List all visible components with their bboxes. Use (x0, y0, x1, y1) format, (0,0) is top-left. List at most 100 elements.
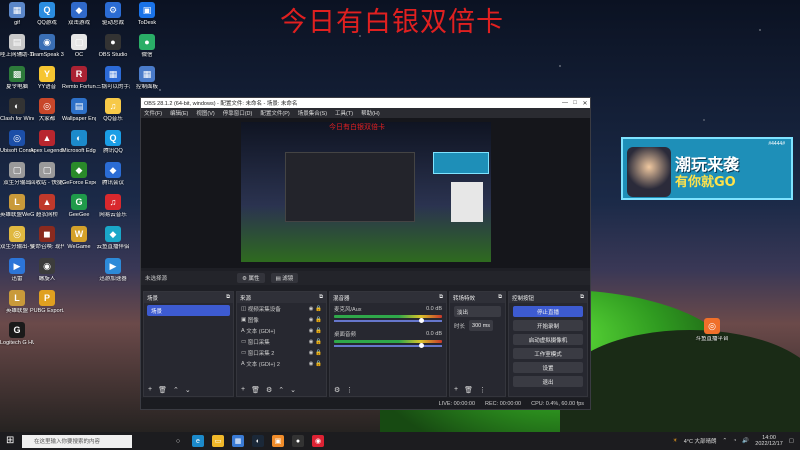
lock-icon[interactable]: 🔒 (315, 350, 322, 356)
desktop-shortcut[interactable]: L 英雄联盟WeGame版 (0, 194, 34, 218)
lock-icon[interactable]: 🔒 (315, 339, 322, 345)
desktop-shortcut[interactable]: ▤ 哇上网辅助-1118 - 快捷方式 (0, 34, 34, 58)
more-icon[interactable]: ⋮ (479, 386, 486, 394)
desktop-shortcut[interactable]: ◼ 使命召唤: 现代战争 ... (30, 226, 64, 250)
clock[interactable]: 14:00 2022/12/17 (755, 435, 783, 447)
desktop-shortcut[interactable]: ◆ GeForce Experience (62, 162, 96, 186)
desktop-shortcut[interactable]: ◎ 大家都 (30, 98, 64, 122)
desktop-shortcut[interactable]: ▤ Wallpaper Engine: ... (62, 98, 96, 122)
arrow-down-icon[interactable]: ⌄ (290, 386, 296, 394)
undock-icon[interactable]: ⧉ (319, 294, 323, 301)
obs-titlebar[interactable]: OBS 28.1.2 (64-bit, windows) - 配置文件: 未命名… (141, 98, 590, 108)
task-view-icon[interactable]: ○ (172, 435, 184, 447)
desktop-shortcut[interactable]: ◎ Ubisoft Connect (0, 130, 34, 154)
menu-help[interactable]: 帮助(H) (361, 109, 380, 117)
menu-tools[interactable]: 工具(T) (335, 109, 353, 117)
properties-button[interactable]: ⚙ 属性 (237, 273, 265, 283)
network-icon[interactable]: ◔ (733, 438, 736, 444)
lock-icon[interactable]: 🔒 (315, 361, 322, 367)
menu-scene-collection[interactable]: 场景集合(S) (298, 109, 327, 117)
desktop-shortcut[interactable]: ▲ 超农网桥 (30, 194, 64, 218)
source-item[interactable]: ▭ 窗口采集 ◉ 🔒 (237, 336, 326, 347)
undock-icon[interactable]: ⧉ (580, 294, 584, 301)
eye-icon[interactable]: ◉ (309, 361, 314, 367)
desktop-shortcut[interactable]: ▩ 夏令电脑 (0, 66, 34, 90)
edge-icon[interactable]: e (192, 435, 204, 447)
weather-icon[interactable]: ☀ (673, 438, 678, 444)
transition-select[interactable]: 淡出 (454, 306, 501, 317)
trash-icon[interactable]: 🗑 (464, 386, 473, 394)
more-icon[interactable]: ⋮ (346, 386, 353, 394)
source-item[interactable]: A 文本 (GDI+) 2 ◉ 🔒 (237, 358, 326, 369)
desktop-shortcut[interactable]: Q QQ游戏 (30, 2, 64, 26)
desktop-shortcut[interactable]: ◐ Microsoft Edge (62, 130, 96, 154)
menu-profile[interactable]: 配置文件(P) (260, 109, 289, 117)
desktop-shortcut[interactable]: W WeGame (62, 226, 96, 250)
eye-icon[interactable]: ◉ (309, 306, 314, 312)
gear-icon[interactable]: ⚙ (266, 386, 272, 394)
source-item[interactable]: A 文本 (GDI+) ◉ 🔒 (237, 325, 326, 336)
obs-taskbar-icon[interactable]: ● (292, 435, 304, 447)
trash-icon[interactable]: 🗑 (251, 386, 260, 394)
desktop-shortcut[interactable]: ◆ 双击游戏 (62, 2, 96, 26)
desktop-shortcut[interactable]: Q 腾讯QQ (96, 130, 130, 154)
start-icon[interactable]: ⊞ (6, 435, 14, 446)
desktop-shortcut[interactable]: ▢ OC (62, 34, 96, 58)
desktop-shortcut[interactable]: ▢ 双生分输出 (0, 162, 34, 186)
desktop-shortcut[interactable]: ◐ Clash for Windows... (0, 98, 34, 122)
duration-input[interactable]: 300 ms (469, 320, 494, 331)
desktop-shortcut[interactable]: ▶ 迅雷 (0, 258, 34, 282)
source-item[interactable]: ◫ 视频采集设备 ◉ 🔒 (237, 303, 326, 314)
desktop-shortcut[interactable]: ◆ 腾讯会议 (96, 162, 130, 186)
desktop-shortcut[interactable]: Y YY语音 (30, 66, 64, 90)
taskbar-search[interactable]: 在这里输入你要搜索的内容 (22, 434, 132, 448)
desktop-shortcut[interactable]: R Remto Fortune ... (62, 66, 96, 90)
desktop-shortcut[interactable]: ▦ gif (0, 2, 34, 26)
desktop-shortcut[interactable]: ◎ 双生分输出-多地区网游... (0, 226, 34, 250)
desktop-shortcut[interactable]: ◆ 云鱼直播伴侣 (96, 226, 130, 250)
volume-slider[interactable] (334, 318, 442, 323)
source-item[interactable]: ▭ 窗口采集 2 ◉ 🔒 (237, 347, 326, 358)
start-recording-button[interactable]: 开始录制 (513, 320, 583, 331)
desktop-shortcut[interactable]: ◎ 斗鱼直播平台 (695, 318, 729, 342)
obs-preview[interactable]: 今日有白银双倍卡 (141, 118, 590, 268)
desktop-shortcut[interactable]: ● OBS Studio (96, 34, 130, 58)
stop-streaming-button[interactable]: 停止直播 (513, 306, 583, 317)
menu-edit[interactable]: 编辑(E) (170, 109, 188, 117)
desktop-shortcut[interactable]: ▶ 迅游加速器 (96, 258, 130, 282)
weather-text[interactable]: 4°C 大部晴朗 (684, 437, 717, 445)
filters-button[interactable]: ▤ 滤镜 (270, 273, 299, 283)
lock-icon[interactable]: 🔒 (315, 328, 322, 334)
desktop-shortcut[interactable]: ▦ 三锅可以的手游 (96, 66, 130, 90)
undock-icon[interactable]: ⧉ (439, 294, 443, 301)
eye-icon[interactable]: ◉ (309, 317, 314, 323)
desktop-shortcut[interactable]: ◉ 螺旋人 (30, 258, 64, 282)
trash-icon[interactable]: 🗑 (158, 386, 167, 394)
arrow-up-icon[interactable]: ⌃ (278, 386, 284, 394)
store-icon[interactable]: ▦ (232, 435, 244, 447)
undock-icon[interactable]: ⧉ (226, 294, 230, 301)
undock-icon[interactable]: ⧉ (498, 294, 502, 301)
desktop-shortcut[interactable]: ⚙ 驱动总裁 (96, 2, 130, 26)
add-icon[interactable]: + (241, 386, 245, 394)
eye-icon[interactable]: ◉ (309, 328, 314, 334)
desktop-shortcut[interactable]: ◉ TeamSpeak 3 (30, 34, 64, 58)
menu-view[interactable]: 视图(V) (196, 109, 214, 117)
desktop-shortcut[interactable]: ♫ 网易云音乐 (96, 194, 130, 218)
chrome-icon[interactable]: ◉ (312, 435, 324, 447)
source-item[interactable]: ▣ 图像 ◉ 🔒 (237, 314, 326, 325)
app-icon[interactable]: ▣ (272, 435, 284, 447)
close-icon[interactable]: ✕ (580, 100, 590, 107)
volume-icon[interactable]: 🔊 (742, 438, 749, 444)
desktop-shortcut[interactable]: ▣ ToDesk (130, 2, 164, 26)
notification-icon[interactable]: ▢ (789, 438, 794, 444)
add-icon[interactable]: + (148, 386, 152, 394)
maximize-icon[interactable]: □ (570, 100, 580, 106)
chevron-up-icon[interactable]: ⌃ (722, 438, 727, 444)
desktop-shortcut[interactable]: L 英雄联盟 (0, 290, 34, 314)
desktop-shortcut[interactable]: P PUBG Export... (30, 290, 64, 314)
explorer-icon[interactable]: ▭ (212, 435, 224, 447)
desktop-shortcut[interactable]: G GeeGee (62, 194, 96, 218)
desktop-shortcut[interactable]: ▲ Apex Legends (30, 130, 64, 154)
steam-icon[interactable]: ◐ (252, 435, 264, 447)
